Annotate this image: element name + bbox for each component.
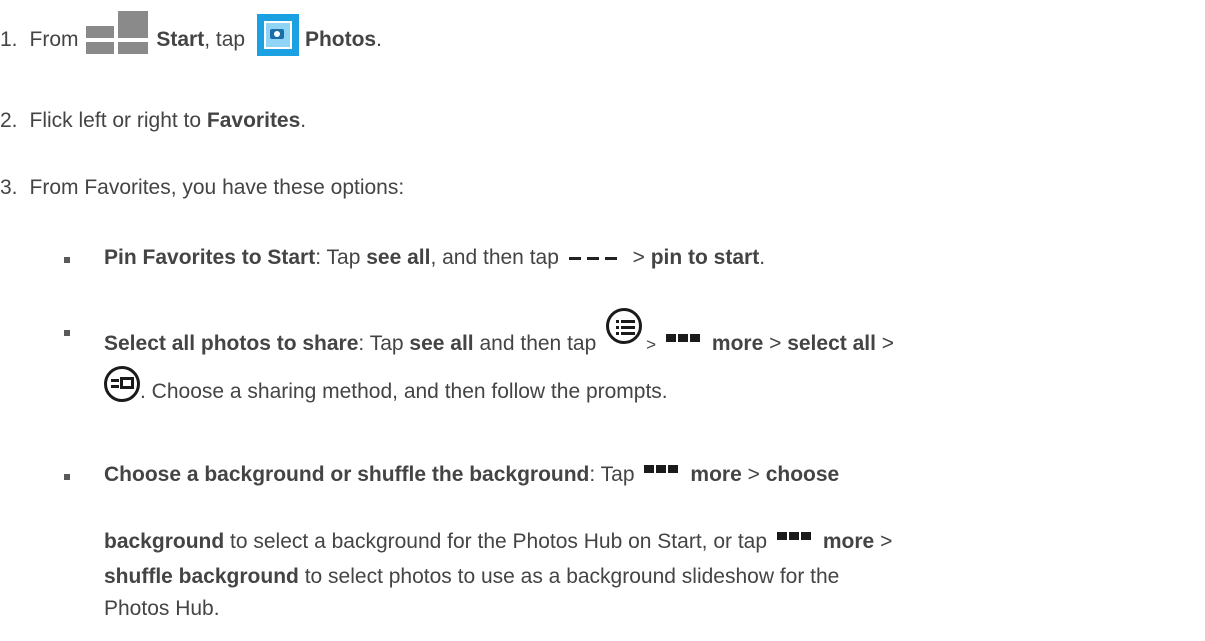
option-background: Choose a background or shuffle the backg…	[104, 463, 840, 486]
option-background-line2: background to select a background for th…	[104, 530, 893, 553]
step-2: 2. Flick left or right to Favorites.	[0, 109, 307, 132]
bullet	[64, 330, 70, 336]
step-1-number: 1.	[0, 28, 18, 51]
option-background-line3: shuffle background to select photos to u…	[104, 565, 840, 588]
more-icon	[776, 532, 817, 542]
windows-logo-icon	[86, 8, 150, 54]
favorites-label: Favorites	[206, 109, 301, 132]
photos-tile-icon	[256, 14, 299, 56]
step-3-number: 3.	[0, 176, 18, 199]
share-circle-icon	[104, 366, 140, 402]
option-select: Select all photos to share: Tap see all …	[104, 308, 894, 356]
bullet	[64, 257, 70, 263]
photos-label: Photos	[304, 28, 377, 51]
start-label: Start	[156, 28, 205, 51]
option-select-line2: . Choose a sharing method, and then foll…	[104, 366, 668, 404]
list-circle-icon	[606, 308, 643, 344]
step-2-number: 2.	[0, 109, 18, 132]
option-background-line4: Photos Hub.	[104, 597, 220, 620]
bullet	[64, 474, 70, 480]
more-icon	[665, 334, 706, 344]
step-3: 3. From Favorites, you have these options…	[0, 176, 405, 199]
more-icon	[644, 465, 684, 475]
dashes-icon	[568, 253, 623, 263]
option-pin: Pin Favorites to Start: Tap see all, and…	[104, 246, 766, 269]
step-1: 1. From Start, tap Photos.	[0, 8, 382, 56]
